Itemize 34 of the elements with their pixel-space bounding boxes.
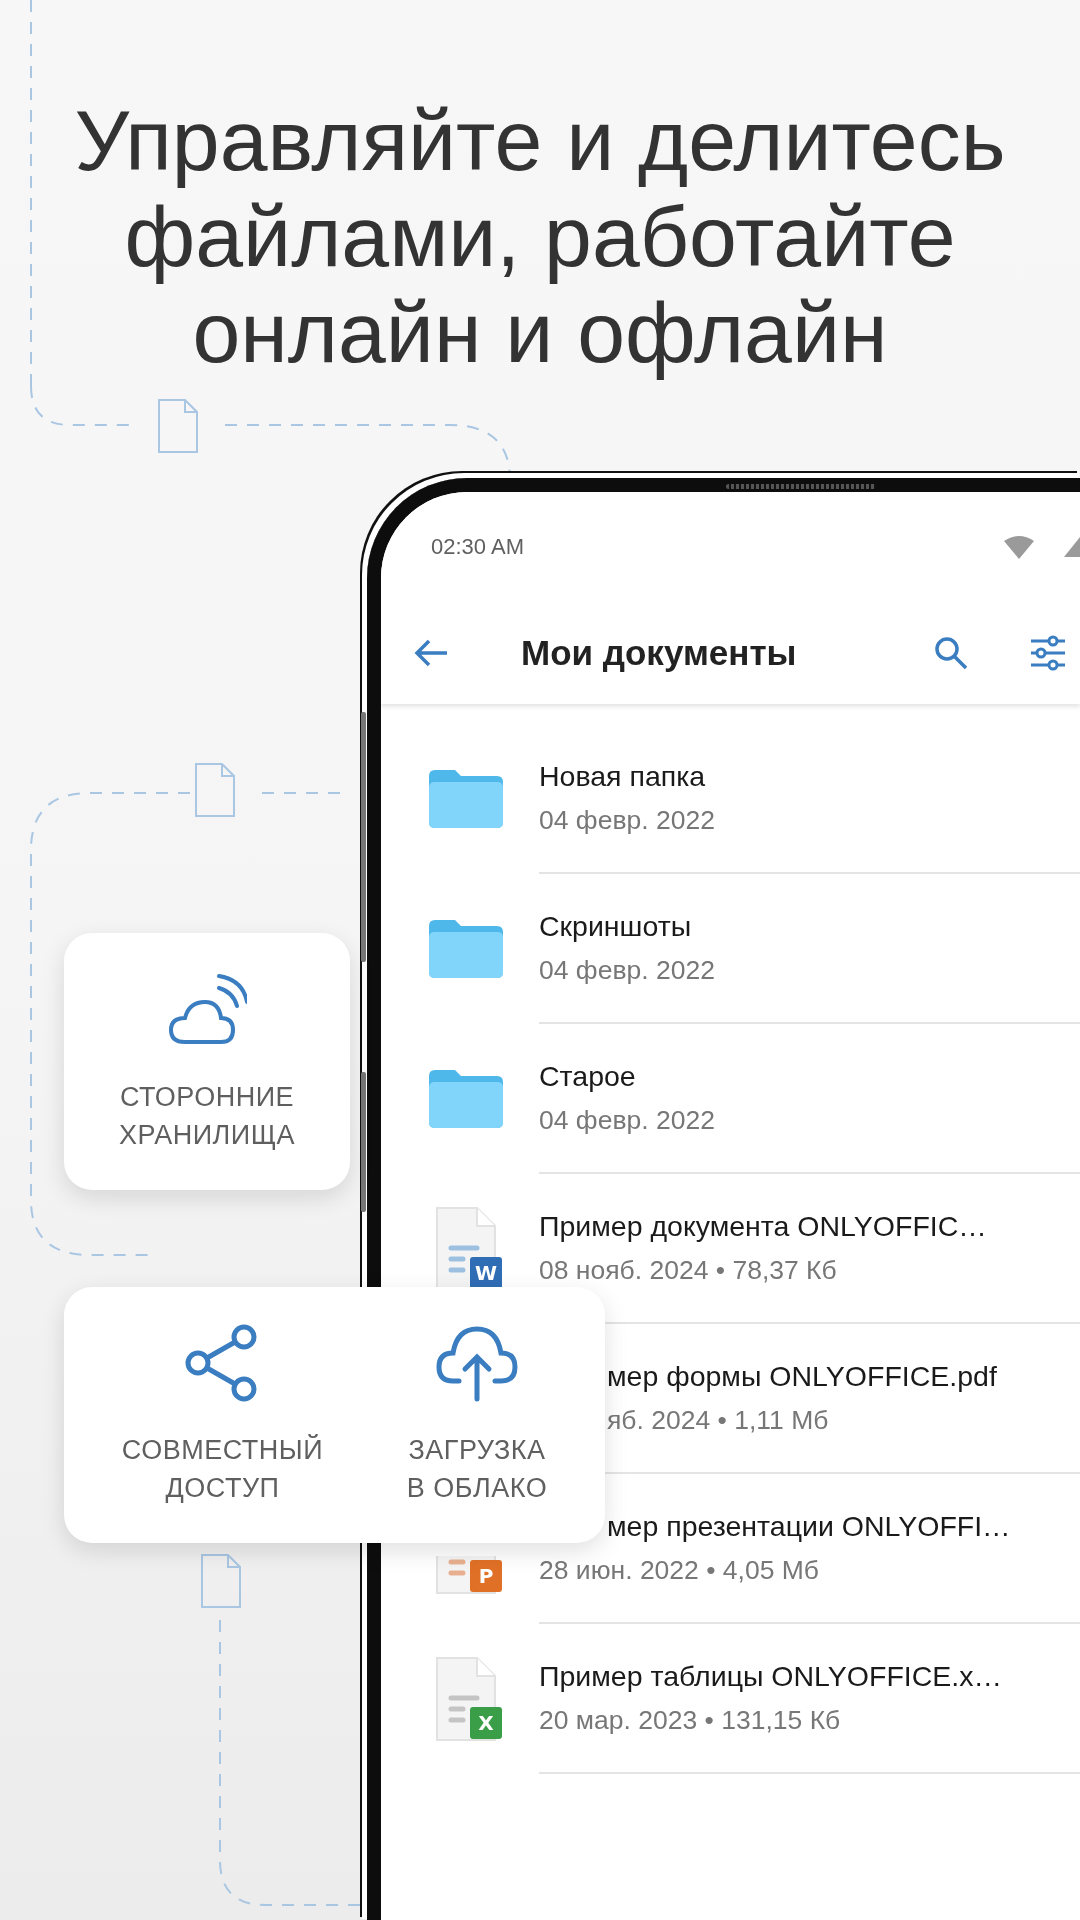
file-name[interactable]: Пример таблицы ONLYOFFICE.x…	[539, 1660, 1003, 1693]
signal-icon	[1064, 537, 1080, 557]
file-icon	[194, 762, 236, 818]
file-details: 28 июн. 2022 • 4,05 Мб	[539, 1555, 820, 1586]
file-name[interactable]: мер формы ONLYOFFICE.pdf	[607, 1360, 997, 1393]
file-details: 04 февр. 2022	[539, 955, 715, 986]
file-name[interactable]: Новая папка	[539, 760, 706, 793]
file-icon	[157, 398, 199, 454]
feature-label: СТОРОННИЕ ХРАНИЛИЩА	[118, 1080, 296, 1152]
sliders-icon[interactable]	[1029, 635, 1067, 671]
file-details: 08 нояб. 2024 • 78,37 Кб	[539, 1255, 837, 1286]
folder-icon	[429, 920, 503, 978]
back-arrow-icon[interactable]	[413, 638, 449, 668]
file-type-label: P	[470, 1560, 502, 1592]
toolbar-title: Мои документы	[521, 633, 797, 673]
status-time: 02:30 AM	[431, 534, 524, 560]
file-type-label: W	[470, 1257, 502, 1289]
file-type-label: X	[470, 1707, 502, 1739]
file-details: 04 февр. 2022	[539, 1105, 715, 1136]
file-name[interactable]: мер презентации ONLYOFFI…	[607, 1510, 1011, 1543]
headline: Управляйте и делитесь файлами, работайте онлайн и офлайн	[74, 92, 1006, 380]
file-details: 20 мар. 2023 • 131,15 Кб	[539, 1705, 841, 1736]
feature-label: СОВМЕСТНЫЙ ДОСТУП	[121, 1433, 324, 1505]
file-name[interactable]: Старое	[539, 1060, 636, 1093]
file-details: 04 февр. 2022	[539, 805, 715, 836]
folder-icon	[429, 770, 503, 828]
file-details: яб. 2024 • 1,11 Мб	[607, 1405, 829, 1436]
wifi-icon	[1004, 535, 1034, 559]
file-name[interactable]: Пример документа ONLYOFFIC…	[539, 1210, 987, 1243]
search-icon[interactable]	[933, 635, 969, 671]
folder-icon	[429, 1070, 503, 1128]
file-name[interactable]: Скриншоты	[539, 910, 692, 943]
file-icon	[200, 1553, 242, 1609]
feature-label: ЗАГРУЗКА В ОБЛАКО	[406, 1434, 548, 1505]
